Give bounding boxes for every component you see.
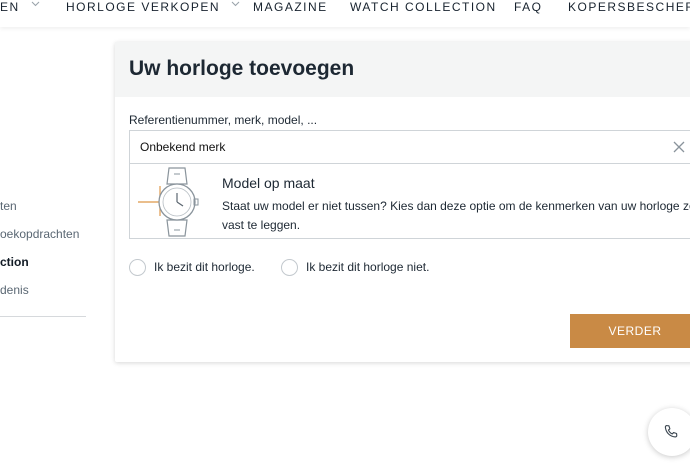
- search-input[interactable]: [140, 131, 660, 163]
- nav-item-buyer-protection[interactable]: KOPERSBESCHERM: [568, 0, 690, 14]
- sidebar-item[interactable]: oekopdrachten: [0, 227, 79, 241]
- nav-item-watch-collection[interactable]: WATCH COLLECTION: [350, 0, 497, 14]
- nav-item-label: WATCH COLLECTION: [350, 0, 497, 14]
- suggestion-description: Staat uw model er niet tussen? Kies dan …: [222, 199, 690, 232]
- add-watch-card: Uw horloge toevoegen Referentienummer, m…: [115, 42, 690, 362]
- nav-item-label: HORLOGE VERKOPEN: [66, 0, 221, 14]
- search-label: Referentienummer, merk, model, ...: [129, 113, 318, 127]
- card-header: Uw horloge toevoegen: [115, 42, 690, 97]
- radio-label: Ik bezit dit horloge.: [154, 260, 255, 274]
- close-icon[interactable]: [672, 140, 686, 154]
- nav-item-sell-watch[interactable]: HORLOGE VERKOPEN: [66, 0, 240, 14]
- phone-icon: [664, 425, 678, 438]
- sidebar-item-active[interactable]: ction: [0, 255, 29, 269]
- chevron-down-icon: [31, 1, 39, 7]
- page-title: Uw horloge toevoegen: [129, 57, 355, 80]
- suggestion-title: Model op maat: [222, 175, 315, 191]
- nav-item-label: EN: [0, 0, 20, 14]
- call-button[interactable]: [648, 408, 690, 456]
- nav-item-label: FAQ: [514, 0, 543, 14]
- next-button[interactable]: VERDER: [570, 314, 690, 348]
- search-field: [129, 130, 690, 164]
- nav-item-label: MAGAZINE: [253, 0, 328, 14]
- radio-circle[interactable]: [281, 258, 298, 276]
- watch-icon: [138, 167, 199, 237]
- nav-item-label: KOPERSBESCHERM: [568, 0, 690, 14]
- radio-not-own-watch[interactable]: Ik bezit dit horloge niet.: [281, 258, 429, 276]
- sidebar-item[interactable]: ten: [0, 199, 17, 213]
- nav-item-language[interactable]: EN: [0, 0, 40, 14]
- custom-model-option[interactable]: Model op maat Staat uw model er niet tus…: [129, 164, 690, 239]
- nav-item-magazine[interactable]: MAGAZINE: [253, 0, 328, 14]
- radio-circle[interactable]: [129, 258, 146, 276]
- nav-item-faq[interactable]: FAQ: [514, 0, 543, 14]
- sidebar-divider: [0, 316, 86, 317]
- chevron-down-icon: [231, 1, 240, 7]
- top-navigation: EN HORLOGE VERKOPEN MAGAZINE WATCH COLLE…: [0, 0, 690, 27]
- radio-own-watch[interactable]: Ik bezit dit horloge.: [129, 258, 255, 276]
- sidebar-item[interactable]: denis: [0, 283, 29, 297]
- radio-label: Ik bezit dit horloge niet.: [306, 260, 430, 274]
